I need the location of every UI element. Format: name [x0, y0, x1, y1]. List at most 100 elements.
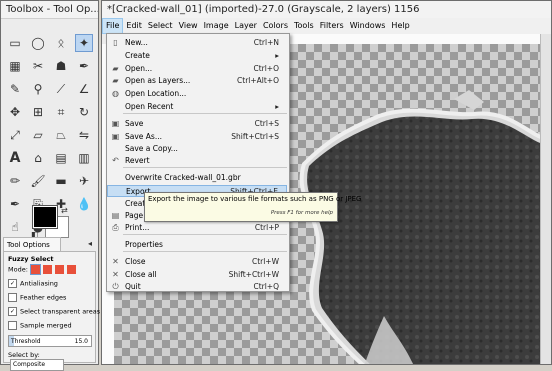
menu-edit[interactable]: Edit [123, 18, 145, 34]
menu-file[interactable]: File [102, 18, 124, 34]
file-menu-item-properties[interactable]: Properties [107, 239, 287, 251]
close-all-icon: ✕ [112, 270, 119, 279]
quit-icon: ⏻ [112, 282, 119, 291]
scale-tool-icon[interactable]: ⤢ [6, 126, 24, 144]
free-select-tool-icon[interactable]: ᛟ [52, 34, 70, 52]
select-by-color-tool-icon[interactable]: ▦ [6, 57, 24, 75]
mode-replace-icon[interactable] [29, 264, 41, 275]
file-menu-item-save-as[interactable]: ▣ Save As... Shift+Ctrl+S [107, 131, 287, 143]
fuzzy-select-tool-icon[interactable]: ✦ [75, 34, 93, 52]
bucket-fill-tool-icon[interactable]: ▤ [52, 149, 70, 167]
file-menu-item-label: Close [125, 257, 146, 266]
file-menu-item-save-a-copy[interactable]: Save a Copy... [107, 143, 287, 155]
zoom-tool-icon[interactable]: ⚲ [29, 80, 47, 98]
foreground-color-swatch[interactable] [32, 205, 58, 229]
select-by-row: Select by:Composite [8, 351, 95, 371]
feather-edges-checkbox[interactable] [8, 293, 17, 302]
file-menu-item-quit[interactable]: ⏻ Quit Ctrl+Q [107, 281, 287, 293]
print-icon: ⎙ [112, 223, 119, 232]
file-menu-item-open-location[interactable]: ◍ Open Location... [107, 88, 287, 100]
menubar: File Edit Select View Image Layer Colors Tools F… [102, 18, 551, 34]
ink-tool-icon[interactable]: ✒ [6, 195, 24, 213]
menu-select[interactable]: Select [145, 18, 176, 34]
threshold-slider[interactable]: Threshold 15.0 [8, 335, 92, 347]
rotate-tool-icon[interactable]: ↻ [75, 103, 93, 121]
sample-merged-checkbox[interactable] [8, 321, 17, 330]
perspective-tool-icon[interactable]: ⏢ [52, 126, 70, 144]
select-transparent-checkbox[interactable]: ✓ [8, 307, 17, 316]
menu-tools[interactable]: Tools [291, 18, 317, 34]
pencil-tool-icon[interactable]: ✏ [6, 172, 24, 190]
tooltip-text: Export the image to various file formats… [148, 195, 362, 203]
menu-image[interactable]: Image [201, 18, 232, 34]
paintbrush-tool-icon[interactable]: 🖌 [29, 172, 47, 190]
color-picker-tool-icon[interactable]: ✎ [6, 80, 24, 98]
foreground-select-tool-icon[interactable]: ☗ [52, 57, 70, 75]
select-transparent-option[interactable]: ✓ Select transparent areas [8, 307, 100, 316]
cage-transform-tool-icon[interactable]: ⌂ [29, 149, 47, 167]
text-tool-icon[interactable]: A [6, 149, 24, 167]
file-menu-item-shortcut: Ctrl+W [251, 257, 279, 266]
file-menu-item-overwrite-cracked-wall-01-gbr[interactable]: Overwrite Cracked-wall_01.gbr [107, 172, 287, 184]
file-menu-item-create[interactable]: Create ▸ [107, 50, 287, 62]
swap-colors-icon[interactable]: ⇄ [61, 206, 68, 215]
menu-colors[interactable]: Colors [260, 18, 291, 34]
antialiasing-option[interactable]: ✓ Antialiasing [8, 279, 58, 288]
file-menu-item-shortcut: ▸ [275, 51, 279, 60]
export-tooltip: Export the image to various file formats… [144, 192, 361, 222]
file-menu-item-close-all[interactable]: ✕ Close all Shift+Ctrl+W [107, 269, 287, 281]
file-menu-item-print[interactable]: ⎙ Print... Ctrl+P [107, 222, 287, 234]
antialiasing-checkbox[interactable]: ✓ [8, 279, 17, 288]
rect-select-tool-icon[interactable]: ▭ [6, 34, 24, 52]
shear-tool-icon[interactable]: ▱ [29, 126, 47, 144]
file-menu-item-open[interactable]: ▰ Open... Ctrl+O [107, 63, 287, 75]
menu-view[interactable]: View [176, 18, 201, 34]
file-menu-item-save[interactable]: ▣ Save Ctrl+S [107, 118, 287, 130]
select-by-dropdown[interactable]: Composite [10, 359, 64, 371]
menu-layer[interactable]: Layer [232, 18, 260, 34]
file-menu-item-shortcut: Ctrl+O [253, 64, 279, 73]
flip-tool-icon[interactable]: ⇋ [75, 126, 93, 144]
menu-windows[interactable]: Windows [347, 18, 389, 34]
mode-add-icon[interactable] [43, 265, 53, 274]
blur-tool-icon[interactable]: 💧 [75, 195, 93, 213]
mode-row: Mode: [8, 264, 77, 275]
menu-separator [123, 234, 287, 235]
file-menu-item-close[interactable]: ✕ Close Ctrl+W [107, 256, 287, 268]
tab-tool-options[interactable]: Tool Options [3, 237, 61, 251]
measure-angle-tool-icon[interactable]: ∠ [75, 80, 93, 98]
file-menu-item-shortcut: Ctrl+P [254, 223, 279, 232]
file-menu-item-open-recent[interactable]: Open Recent ▸ [107, 101, 287, 113]
panel-menu-icon[interactable]: ◂ [88, 239, 92, 248]
vertical-scrollbar[interactable] [540, 34, 551, 364]
file-menu-item-new[interactable]: ▯ New... Ctrl+N [107, 37, 287, 49]
scissors-tool-icon[interactable]: ✂ [29, 57, 47, 75]
airbrush-tool-icon[interactable]: ✈ [75, 172, 93, 190]
select-transparent-label: Select transparent areas [20, 307, 101, 316]
smudge-tool-icon[interactable]: ☝ [6, 218, 24, 236]
mode-intersect-icon[interactable] [67, 265, 77, 274]
feather-edges-label: Feather edges [20, 293, 67, 302]
feather-edges-option[interactable]: Feather edges [8, 293, 66, 302]
sample-merged-option[interactable]: Sample merged [8, 321, 72, 330]
tooltip-hint: Press F1 for more help [270, 210, 333, 216]
measure-tool-icon[interactable]: ⟋ [52, 80, 70, 98]
menu-help[interactable]: Help [388, 18, 412, 34]
align-tool-icon[interactable]: ⊞ [29, 103, 47, 121]
blend-tool-icon[interactable]: ▥ [75, 149, 93, 167]
crop-tool-icon[interactable]: ⌗ [52, 103, 70, 121]
file-menu-item-open-as-layers[interactable]: ▰ Open as Layers... Ctrl+Alt+O [107, 75, 287, 87]
eraser-tool-icon[interactable]: ▬ [52, 172, 70, 190]
paths-tool-icon[interactable]: ✒ [75, 57, 93, 75]
file-menu-item-shortcut: Ctrl+S [254, 119, 279, 128]
ellipse-select-tool-icon[interactable]: ◯ [29, 34, 47, 52]
threshold-value: 15.0 [74, 338, 88, 345]
mode-subtract-icon[interactable] [55, 265, 65, 274]
toolbox-titlebar: Toolbox - Tool Op... [1, 1, 98, 19]
file-menu-item-revert[interactable]: ↶ Revert [107, 155, 287, 167]
move-tool-icon[interactable]: ✥ [6, 103, 24, 121]
menu-separator [123, 251, 287, 252]
save-as-icon: ▣ [111, 132, 120, 141]
select-by-label: Select by: [8, 351, 40, 359]
menu-filters[interactable]: Filters [317, 18, 347, 34]
